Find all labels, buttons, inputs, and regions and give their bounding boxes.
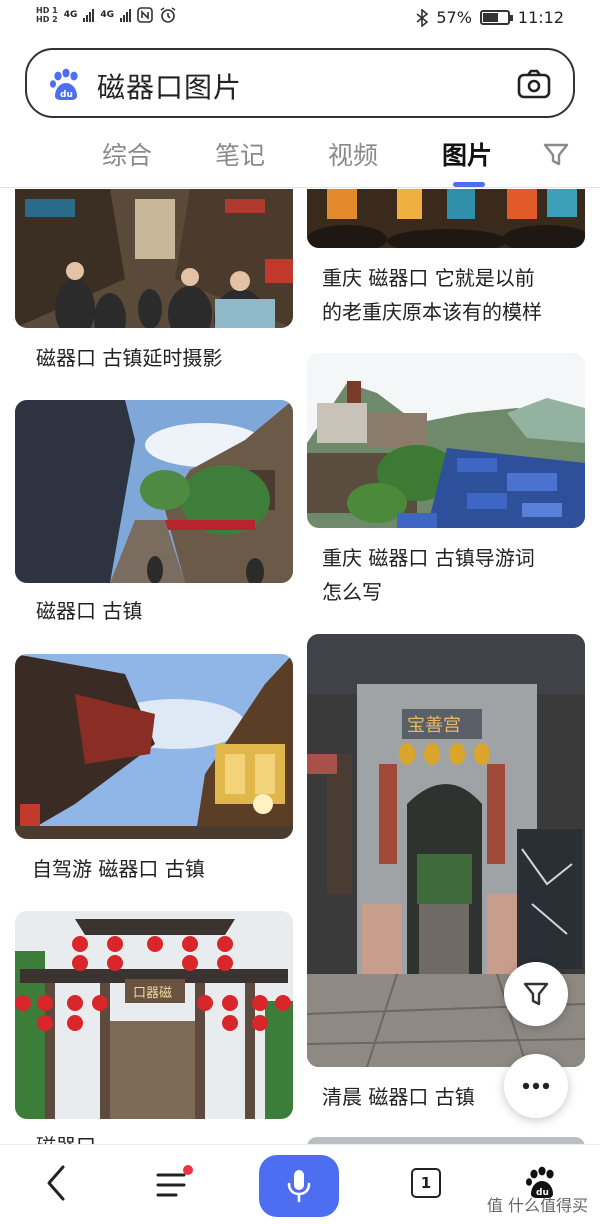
camera-icon[interactable] (517, 67, 551, 101)
active-tab-indicator (453, 182, 485, 187)
hd1-label: HD 1 (36, 6, 58, 15)
svg-text:du: du (60, 90, 73, 100)
signal-icon-2 (120, 8, 131, 22)
result-caption[interactable]: 重庆 磁器口 它就是以前 (322, 261, 535, 295)
nfc-icon (137, 7, 153, 23)
signal-icon (83, 8, 95, 22)
status-bar: HD 1 HD 2 4G 4G 57% 11:12 (0, 0, 600, 40)
tab-bar: 综合 笔记 视频 图片 (0, 126, 600, 188)
result-image-next[interactable] (307, 1137, 585, 1144)
network-type-2: 4G (100, 10, 114, 20)
result-image-old-street[interactable] (15, 400, 293, 583)
more-dots-icon (522, 1082, 550, 1090)
result-caption[interactable]: 磁器口 古镇 (36, 594, 142, 628)
result-image-gate-lanterns[interactable]: 口器磁 (15, 911, 293, 1119)
tabs-button[interactable]: 1 (396, 1155, 456, 1211)
page-count-badge: 1 (411, 1168, 441, 1198)
result-caption[interactable]: 自驾游 磁器口 古镇 (32, 852, 205, 886)
floating-filter-button[interactable] (504, 962, 568, 1026)
tab-notes[interactable]: 笔记 (215, 136, 265, 172)
bluetooth-icon (416, 8, 429, 27)
image-results-feed: 磁器口 古镇延时摄影 磁器口 古镇 自驾游 磁器口 古镇 口器磁 重庆 磁器口 … (0, 189, 600, 1144)
floating-more-button[interactable] (504, 1054, 568, 1118)
menu-button[interactable] (144, 1155, 204, 1211)
result-caption[interactable]: 清晨 磁器口 古镇 (322, 1080, 475, 1114)
eaves-sky-image (15, 654, 293, 839)
result-caption[interactable]: 重庆 磁器口 古镇导游词 (322, 541, 535, 575)
street-crowd-image (15, 189, 293, 328)
gate-lanterns-image: 口器磁 (15, 911, 293, 1119)
result-image-street-crowd[interactable] (15, 189, 293, 328)
result-caption[interactable]: 磁器口 (36, 1129, 96, 1144)
night-street-image (307, 189, 585, 248)
sim-indicator: HD 1 HD 2 (36, 6, 58, 24)
battery-icon (479, 10, 513, 25)
result-caption-line2[interactable]: 怎么写 (322, 575, 382, 609)
search-query[interactable]: 磁器口图片 (97, 66, 242, 106)
search-box[interactable]: du 磁器口图片 (25, 48, 575, 118)
watermark: 值 什么值得买 (486, 1196, 588, 1215)
alarm-icon (160, 7, 176, 23)
tab-all[interactable]: 综合 (102, 136, 152, 172)
clock: 11:12 (517, 8, 564, 27)
menu-icon (156, 1165, 193, 1197)
result-caption[interactable]: 磁器口 古镇延时摄影 (36, 341, 222, 375)
result-image-night-street[interactable] (307, 189, 585, 248)
svg-text:口器磁: 口器磁 (133, 986, 172, 1001)
result-image-eaves-sky[interactable] (15, 654, 293, 839)
svg-text:宝善宫: 宝善宫 (407, 715, 461, 736)
tab-video[interactable]: 视频 (328, 136, 378, 172)
aerial-town-image (307, 353, 585, 528)
baidu-logo-icon: du (50, 68, 78, 100)
old-street-image (15, 400, 293, 583)
voice-search-button[interactable] (259, 1155, 339, 1217)
microphone-icon (287, 1170, 311, 1203)
tab-images[interactable]: 图片 (442, 136, 492, 172)
hd2-label: HD 2 (36, 15, 58, 24)
back-arrow-icon (47, 1165, 65, 1201)
network-type-1: 4G (63, 10, 78, 20)
result-caption-line2[interactable]: 的老重庆原本该有的模样 (322, 295, 542, 329)
filter-icon (523, 982, 549, 1006)
battery-percent: 57% (436, 8, 472, 27)
result-image-aerial-town[interactable] (307, 353, 585, 528)
back-button[interactable] (26, 1155, 86, 1211)
filter-icon[interactable] (542, 141, 570, 169)
